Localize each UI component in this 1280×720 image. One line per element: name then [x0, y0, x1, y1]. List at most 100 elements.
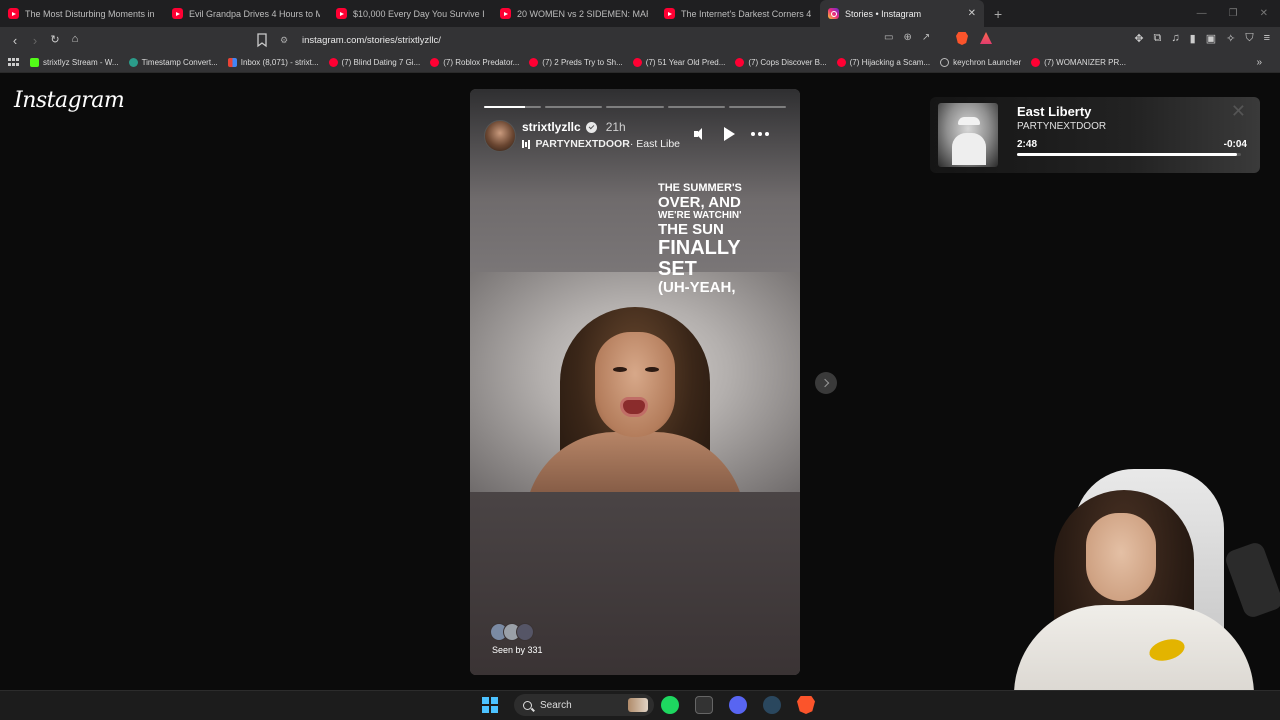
bookmark-label: keychron Launcher — [953, 58, 1022, 67]
play-icon[interactable] — [724, 127, 735, 141]
media-now-playing-card: East Liberty PARTYNEXTDOOR 2:48 -0:04 ✕ — [930, 97, 1260, 173]
album-art-figure — [952, 133, 986, 165]
maximize-icon[interactable]: ❐ — [1229, 8, 1238, 19]
bookmark-item[interactable]: keychron Launcher — [940, 58, 1021, 67]
more-options-icon[interactable] — [751, 132, 769, 136]
brave-shields — [956, 32, 992, 45]
story-progress-segment — [484, 106, 542, 108]
story-username[interactable]: strixtlyzllc — [522, 120, 581, 134]
verified-badge-icon — [585, 121, 597, 133]
bookmark-item[interactable]: Timestamp Convert... — [128, 58, 218, 67]
window-controls: — ❐ ✕ — [1197, 0, 1280, 27]
more-bookmarks-button[interactable]: » — [1256, 57, 1262, 68]
share-icon[interactable]: ↗ — [922, 32, 930, 43]
youtube-icon — [500, 8, 511, 19]
bookmark-item[interactable]: (7) WOMANIZER PR... — [1031, 58, 1126, 67]
browser-tab[interactable]: 20 WOMEN vs 2 SIDEMEN: MARLON — [492, 0, 656, 27]
photo-eye — [613, 367, 627, 372]
bookmark-item[interactable]: (7) 2 Preds Try to Sh... — [529, 58, 623, 67]
bookmark-item[interactable]: (7) Cops Discover B... — [735, 58, 827, 67]
bookmark-item[interactable]: (7) Roblox Predator... — [430, 58, 519, 67]
tab-title: 20 WOMEN vs 2 SIDEMEN: MARLON — [517, 8, 648, 19]
photo-face — [595, 332, 675, 437]
avatar[interactable] — [484, 120, 516, 152]
next-story-button[interactable] — [815, 372, 837, 394]
story-viewer[interactable]: strixtlyzllc 21h PARTYNEXTDOOR · East Li… — [470, 89, 800, 675]
youtube-icon — [8, 8, 19, 19]
screenshot-icon[interactable]: ⧉ — [1154, 32, 1162, 45]
spotify-icon[interactable] — [661, 696, 679, 714]
youtube-icon — [328, 58, 338, 67]
seen-by-avatars[interactable] — [490, 623, 534, 641]
bookmark-item[interactable]: Inbox (8,071) - strixt... — [227, 58, 319, 67]
forward-icon[interactable]: › — [25, 33, 45, 48]
bookmark-label: Inbox (8,071) - strixt... — [240, 58, 319, 67]
close-window-icon[interactable]: ✕ — [1260, 8, 1268, 19]
menu-icon[interactable]: ≡ — [1264, 32, 1270, 45]
close-tab-icon[interactable]: ✕ — [968, 8, 976, 19]
extensions-icon[interactable]: ✥ — [1134, 32, 1143, 45]
media-progress-fill — [1017, 153, 1237, 156]
tab-title: The Most Disturbing Moments in Liv — [25, 8, 156, 19]
sidebar-icon[interactable]: ▮ — [1190, 32, 1196, 45]
minimize-icon[interactable]: — — [1197, 8, 1207, 19]
media-progress-bar[interactable] — [1017, 153, 1241, 156]
close-icon[interactable]: ✕ — [1231, 101, 1246, 122]
apps-icon[interactable] — [8, 57, 20, 68]
lyric-line: THE SUN — [658, 221, 724, 238]
bookmark-item[interactable]: (7) Hijacking a Scam... — [836, 58, 930, 67]
brave-browser-icon[interactable] — [797, 696, 815, 714]
volume-icon[interactable] — [694, 128, 708, 140]
site-info-icon[interactable]: ⚙ — [280, 35, 294, 46]
browser-tab[interactable]: The Most Disturbing Moments in Liv — [0, 0, 164, 27]
steam-icon[interactable] — [763, 696, 781, 714]
toolbar-right: ✥ ⧉ ♫ ▮ ▣ ✧ ⛉ ≡ — [1134, 32, 1270, 45]
search-icon — [523, 700, 532, 710]
seen-by-count[interactable]: Seen by 331 — [492, 645, 543, 655]
youtube-icon — [735, 58, 745, 67]
lyrics-overlay: THE SUMMER'S OVER, AND WE'RE WATCHIN' TH… — [658, 183, 788, 296]
media-icon[interactable]: ♫ — [1171, 32, 1179, 45]
brave-rewards-icon[interactable] — [980, 32, 992, 44]
back-icon[interactable]: ‹ — [5, 33, 25, 48]
search-label: Search — [540, 699, 572, 711]
brave-shields-icon[interactable] — [956, 32, 968, 45]
leo-ai-icon[interactable]: ✧ — [1226, 32, 1235, 45]
youtube-icon — [1031, 58, 1041, 67]
instagram-logo[interactable]: Instagram — [14, 88, 125, 113]
kick-icon — [30, 58, 39, 67]
bookmark-icon[interactable] — [255, 31, 269, 49]
keychron-icon — [940, 58, 950, 67]
windows-start-icon[interactable] — [482, 697, 498, 713]
story-music-label[interactable]: PARTYNEXTDOOR · East Libe — [522, 138, 682, 150]
instagram-icon — [828, 8, 839, 19]
new-tab-button[interactable]: + — [994, 6, 1002, 22]
bookmark-item[interactable]: strixtlyz Stream - W... — [30, 58, 119, 67]
lyric-line: FINALLY — [658, 237, 741, 259]
browser-tab[interactable]: $10,000 Every Day You Survive In The — [328, 0, 492, 27]
browser-toolbar: ‹ › ↻ ⌂ ⚙ instagram.com/stories/strixtly… — [0, 27, 1280, 53]
tab-title: The Internet's Darkest Corners 4 - Yo — [681, 8, 812, 19]
capcut-icon[interactable] — [695, 696, 713, 714]
browser-tab[interactable]: The Internet's Darkest Corners 4 - Yo — [656, 0, 820, 27]
zoom-icon[interactable]: ⊕ — [903, 32, 911, 43]
cast-icon[interactable]: ▭ — [884, 32, 893, 43]
youtube-icon — [336, 8, 347, 19]
tab-strip: The Most Disturbing Moments in Liv Evil … — [0, 0, 1280, 27]
lyric-line: WE'RE WATCHIN' — [658, 210, 742, 221]
album-art-hat — [958, 117, 980, 125]
bookmark-label: (7) 2 Preds Try to Sh... — [542, 58, 623, 67]
reload-icon[interactable]: ↻ — [45, 33, 65, 48]
discord-icon[interactable] — [729, 696, 747, 714]
browser-tab[interactable]: Evil Grandpa Drives 4 Hours to Meet — [164, 0, 328, 27]
bookmark-item[interactable]: (7) Blind Dating 7 Gi... — [328, 58, 420, 67]
home-icon[interactable]: ⌂ — [65, 33, 85, 48]
browser-tab-active[interactable]: Stories • Instagram ✕ — [820, 0, 984, 27]
gmail-icon — [227, 58, 237, 67]
wallet-icon[interactable]: ▣ — [1206, 32, 1216, 45]
bookmark-item[interactable]: (7) 51 Year Old Pred... — [632, 58, 725, 67]
music-bars-icon — [522, 139, 530, 149]
url-text[interactable]: instagram.com/stories/strixtlyzllc/ — [302, 35, 441, 46]
vpn-icon[interactable]: ⛉ — [1245, 32, 1253, 45]
webcam-person-face — [1086, 513, 1156, 601]
